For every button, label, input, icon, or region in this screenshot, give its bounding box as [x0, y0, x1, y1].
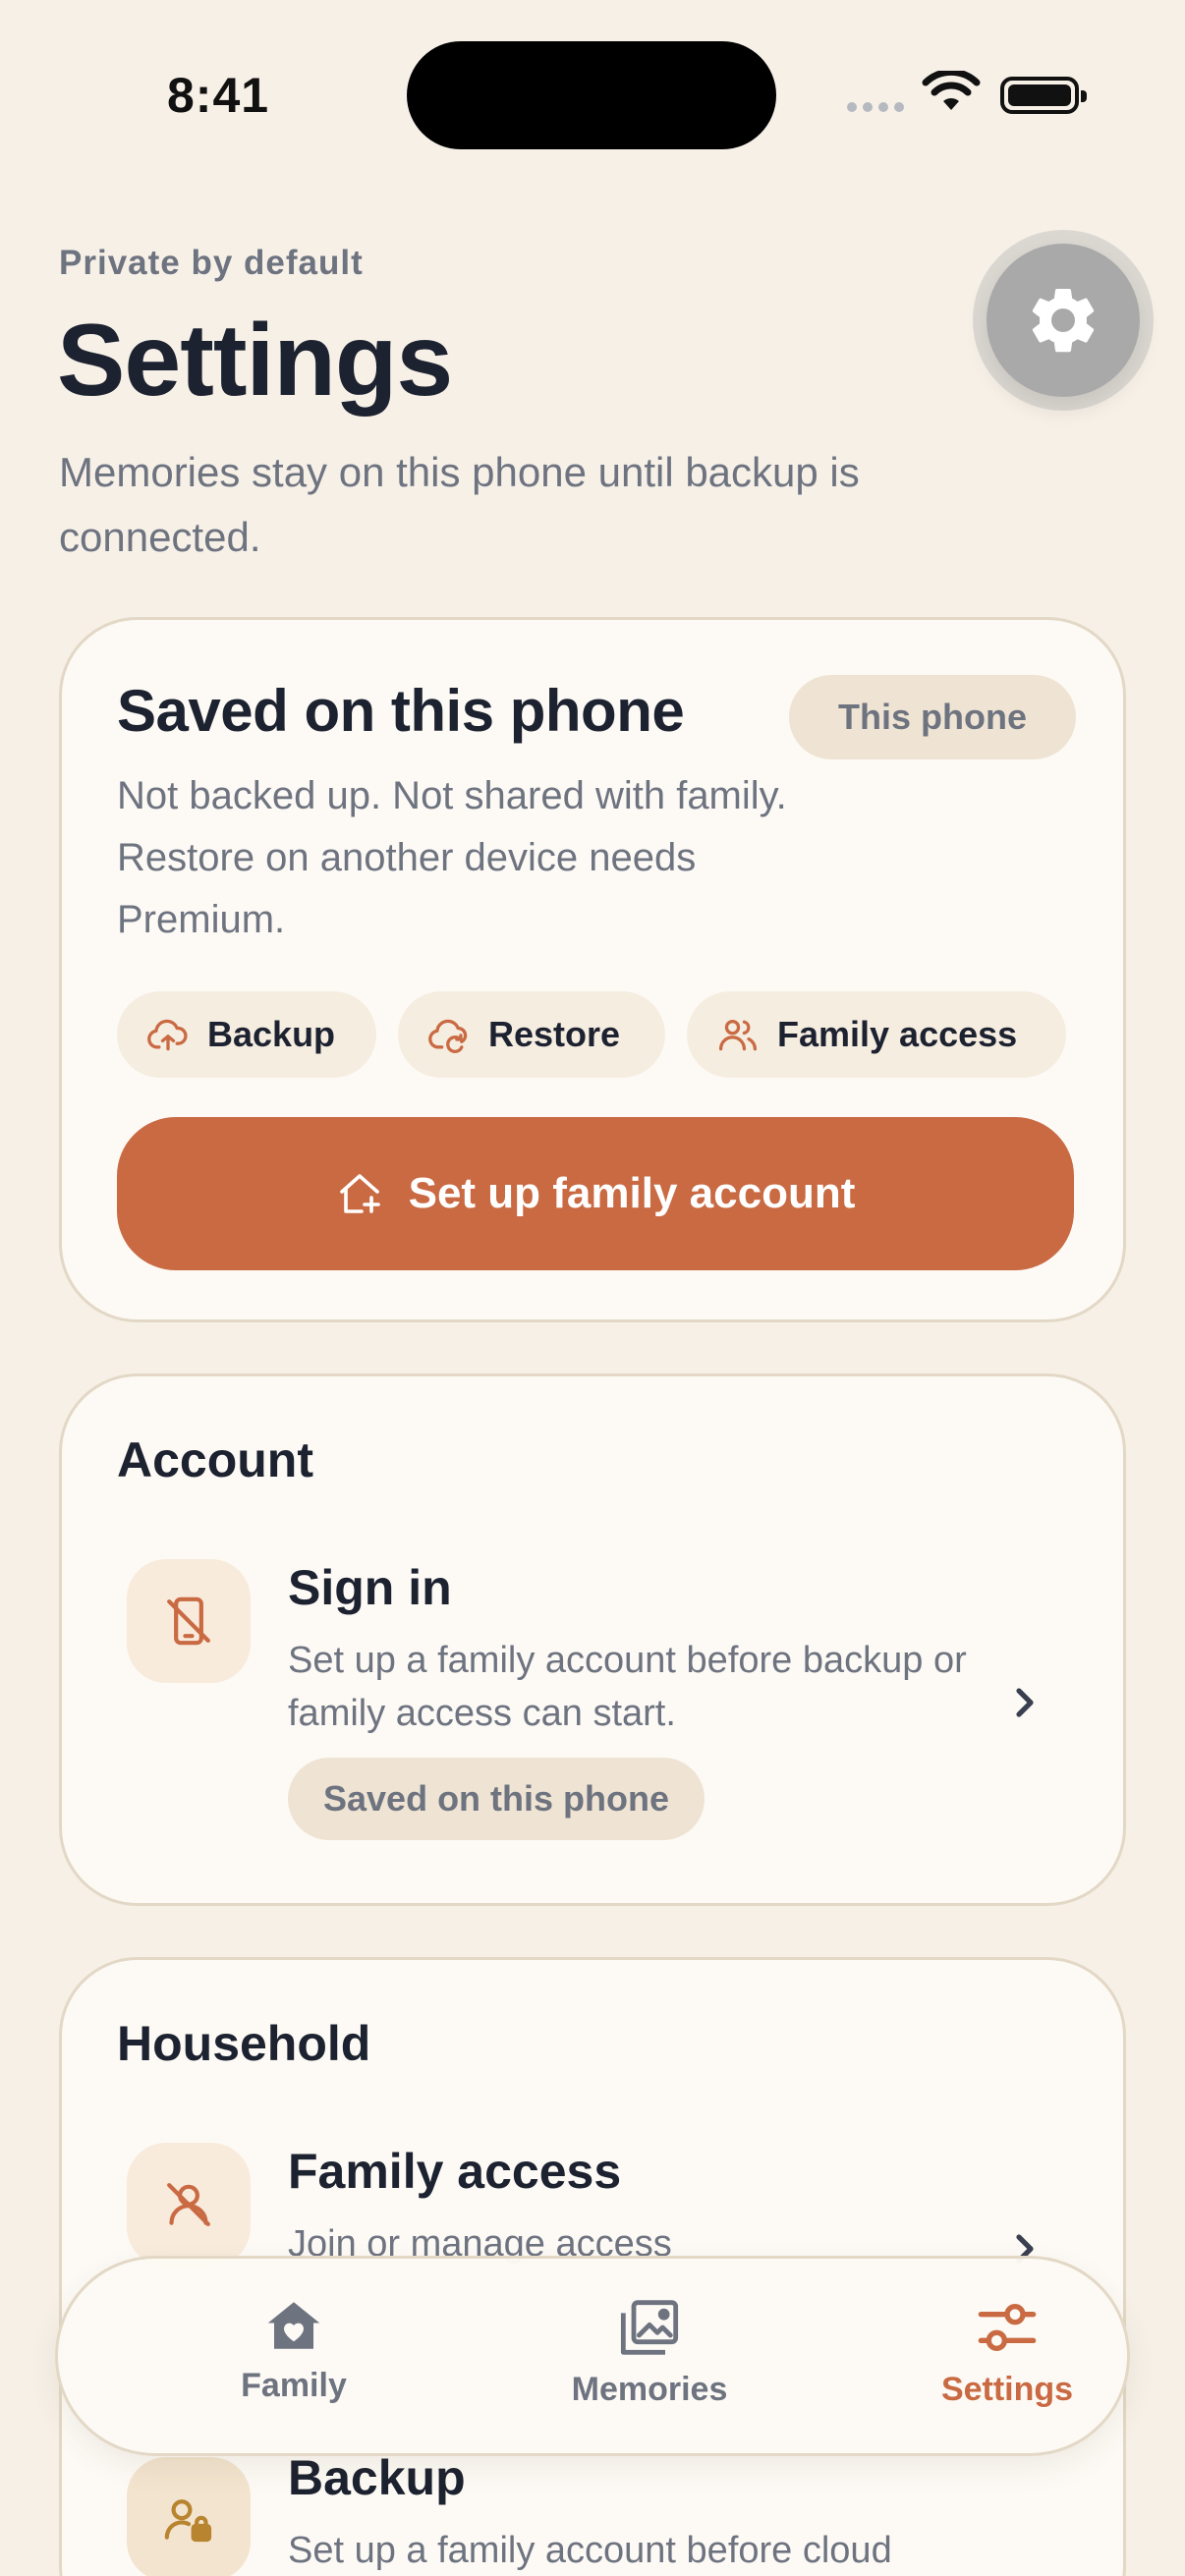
photos-icon [620, 2300, 679, 2355]
gear-icon [1032, 288, 1095, 353]
setup-family-account-label: Set up family account [408, 1169, 856, 1217]
settings-gear-button[interactable] [987, 244, 1140, 397]
saved-on-phone-badge: Saved on this phone [288, 1758, 705, 1840]
cloud-restore-icon [428, 1019, 468, 1053]
family-access-row-title[interactable]: Family access [288, 2143, 621, 2200]
sign-in-row-description: Set up a family account before backup or… [288, 1640, 967, 1734]
family-access-icon-tile [127, 2143, 251, 2267]
tab-family-label: Family [241, 2367, 347, 2404]
tab-settings-label: Settings [940, 2371, 1074, 2408]
backup-row-description: Set up a family account before cloud [288, 2530, 892, 2571]
family-access-chip-label: Family access [777, 1014, 1018, 1054]
tab-memories-label: Memories [571, 2371, 728, 2408]
household-section-title: Household [117, 2016, 371, 2071]
sign-in-icon-tile [127, 1559, 251, 1683]
page-subtitle: Memories stay on this phone until backup… [59, 449, 860, 560]
restore-chip[interactable]: Restore [398, 991, 665, 1078]
tab-memories[interactable]: Memories [532, 2298, 767, 2409]
sliders-icon [978, 2304, 1037, 2351]
backup-chip[interactable]: Backup [117, 991, 376, 1078]
account-section: Account Sign in Set up a family account … [59, 1373, 1126, 1906]
backup-chip-label: Backup [207, 1014, 336, 1054]
page-title: Settings [57, 304, 453, 418]
page-eyebrow: Private by default [59, 244, 364, 282]
setup-family-account-button[interactable]: Set up family account [117, 1117, 1074, 1270]
storage-card-title: Saved on this phone [117, 678, 685, 744]
dynamic-island [407, 41, 776, 149]
wifi-icon [922, 71, 981, 110]
tab-family[interactable]: Family [176, 2298, 412, 2405]
chevron-right-icon[interactable] [1011, 1683, 1039, 1722]
tab-settings[interactable]: Settings [889, 2298, 1125, 2409]
cellular-signal-icon [847, 102, 904, 112]
status-time: 8:41 [167, 68, 270, 123]
person-off-icon [167, 2183, 210, 2226]
tab-bar: Family Memories Settings [55, 2256, 1130, 2456]
account-section-title: Account [117, 1432, 313, 1487]
storage-card-description: Not backed up. Not shared with family. R… [117, 774, 787, 941]
battery-icon [1000, 77, 1087, 114]
home-plus-icon [339, 1174, 380, 1213]
this-phone-badge: This phone [789, 675, 1076, 759]
person-lock-icon [164, 2499, 212, 2543]
phone-off-icon [167, 1596, 210, 1646]
backup-icon-tile [127, 2457, 251, 2576]
restore-chip-label: Restore [488, 1014, 621, 1054]
family-access-chip[interactable]: Family access [687, 991, 1066, 1078]
people-icon [718, 1019, 758, 1051]
storage-status-card: Saved on this phone This phone Not backe… [59, 617, 1126, 1322]
backup-row-title[interactable]: Backup [288, 2449, 466, 2506]
sign-in-row-title[interactable]: Sign in [288, 1559, 452, 1616]
home-heart-icon [267, 2302, 320, 2349]
cloud-upload-icon [147, 1019, 188, 1051]
